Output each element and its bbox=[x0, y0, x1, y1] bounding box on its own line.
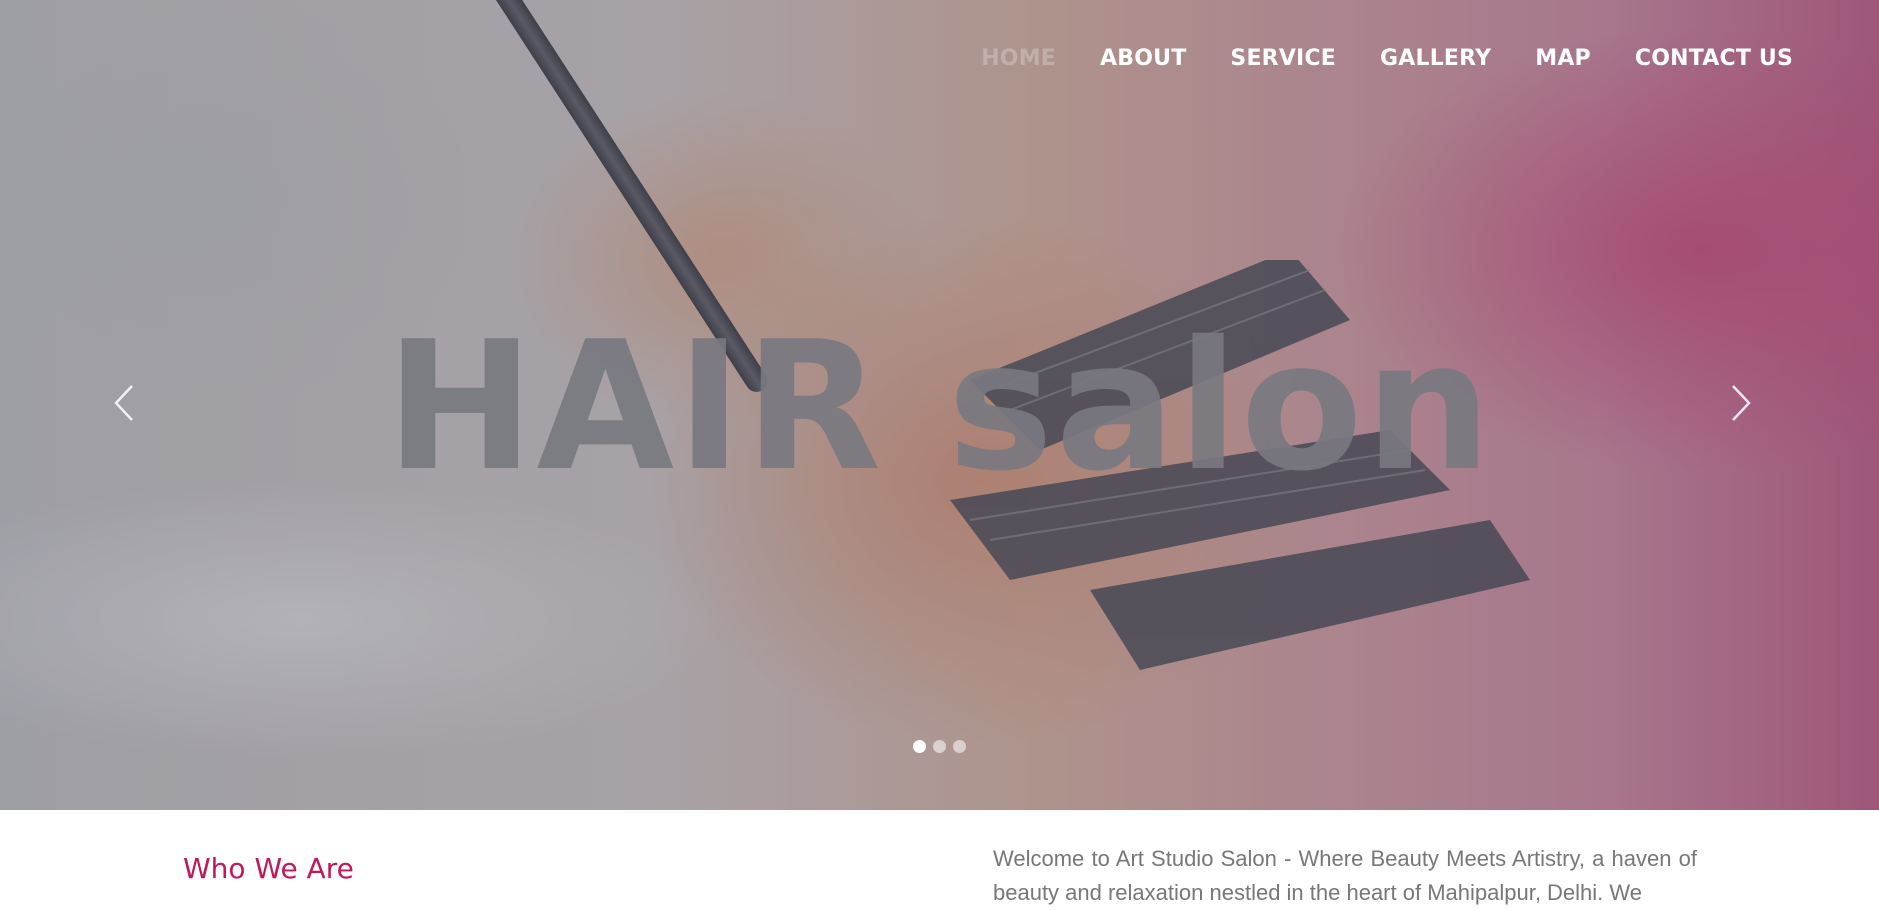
about-heading: Who We Are bbox=[183, 852, 354, 885]
nav-map[interactable]: MAP bbox=[1535, 46, 1591, 71]
hero-carousel: HAIR salon bbox=[0, 0, 1879, 810]
carousel-dot-3[interactable] bbox=[953, 740, 966, 753]
nav-service[interactable]: SERVICE bbox=[1230, 46, 1336, 71]
nav-home[interactable]: HOME bbox=[981, 46, 1056, 71]
nav-contact-us[interactable]: CONTACT US bbox=[1635, 46, 1793, 71]
about-intro-text: Welcome to Art Studio Salon - Where Beau… bbox=[993, 846, 1697, 905]
carousel-next-button[interactable] bbox=[1723, 382, 1757, 424]
carousel-dot-2[interactable] bbox=[933, 740, 946, 753]
chevron-right-icon bbox=[1732, 385, 1751, 421]
carousel-indicators bbox=[0, 740, 1879, 753]
hero-title: HAIR salon bbox=[385, 303, 1494, 510]
nav-gallery[interactable]: GALLERY bbox=[1380, 46, 1491, 71]
main-nav: HOME ABOUT SERVICE GALLERY MAP CONTACT U… bbox=[981, 46, 1793, 71]
carousel-dot-1[interactable] bbox=[913, 740, 926, 753]
nav-about[interactable]: ABOUT bbox=[1100, 46, 1186, 71]
chevron-left-icon bbox=[114, 385, 133, 421]
carousel-prev-button[interactable] bbox=[108, 382, 142, 424]
